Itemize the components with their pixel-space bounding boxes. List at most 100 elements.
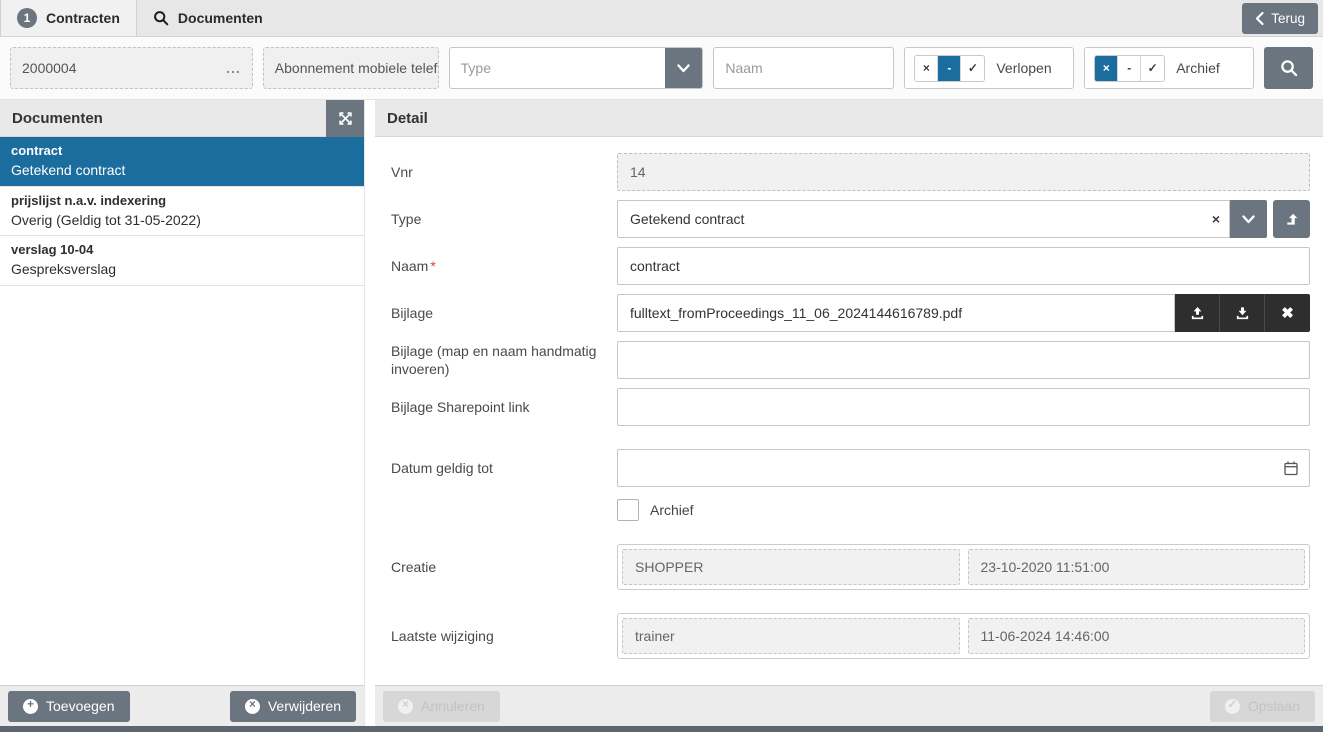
- archief-filter-label: Archief: [1176, 60, 1220, 76]
- bijlage-sharepoint-row: Bijlage Sharepoint link: [391, 388, 1310, 426]
- document-type: Overig (Geldig tot 31-05-2022): [11, 211, 353, 230]
- type-row: Type ×: [391, 200, 1310, 238]
- window-bottom-edge: [0, 726, 1323, 732]
- contract-number-value: 2000004: [22, 60, 77, 76]
- app-window: 1 Contracten Documenten Terug 2000004 ..…: [0, 0, 1323, 732]
- document-name: verslag 10-04: [11, 241, 353, 260]
- chevron-left-icon: [1255, 12, 1264, 25]
- calendar-icon[interactable]: [1283, 460, 1299, 476]
- archief-checkbox[interactable]: [617, 499, 639, 521]
- tab-contracten[interactable]: 1 Contracten: [0, 0, 137, 36]
- list-item[interactable]: prijslijst n.a.v. indexeringOverig (Geld…: [0, 187, 364, 237]
- bijlage-sharepoint-label: Bijlage Sharepoint link: [391, 398, 617, 416]
- contract-count-badge: 1: [17, 8, 37, 28]
- creatie-timestamp-field: 23-10-2020 11:51:00: [968, 549, 1306, 585]
- toggle-cross-segment[interactable]: ×: [1095, 56, 1118, 81]
- detail-panel-header: Detail: [375, 100, 1323, 137]
- type-filter-dropdown-button[interactable]: [665, 48, 702, 88]
- contract-number-field[interactable]: 2000004 ...: [10, 47, 253, 89]
- back-button-label: Terug: [1271, 11, 1305, 26]
- laatste-wijziging-user-field: trainer: [622, 618, 960, 654]
- back-button[interactable]: Terug: [1242, 3, 1318, 34]
- download-attachment-button[interactable]: [1220, 294, 1265, 332]
- naam-row: Naam*: [391, 247, 1310, 285]
- search-icon: [153, 10, 169, 26]
- remove-attachment-button[interactable]: ✖: [1265, 294, 1310, 332]
- search-button[interactable]: [1264, 47, 1313, 89]
- document-list: contractGetekend contractprijslijst n.a.…: [0, 137, 364, 685]
- bijlage-handmatig-label: Bijlage (map en naam handmatig invoeren): [391, 342, 617, 378]
- naam-input[interactable]: [617, 247, 1310, 285]
- tab-documenten[interactable]: Documenten: [137, 0, 279, 36]
- document-type: Getekend contract: [11, 161, 353, 180]
- document-type: Gespreksverslag: [11, 260, 353, 279]
- add-document-button[interactable]: + Toevoegen: [8, 691, 130, 722]
- cancel-button[interactable]: × Annuleren: [383, 691, 500, 722]
- toggle-dash-segment[interactable]: -: [1118, 56, 1141, 81]
- creatie-timestamp-value: 23-10-2020 11:51:00: [981, 559, 1110, 575]
- save-button[interactable]: ✓ Opslaan: [1210, 691, 1315, 722]
- bijlage-row: Bijlage ✖: [391, 294, 1310, 332]
- documents-panel-footer: + Toevoegen × Verwijderen: [0, 685, 364, 726]
- datum-geldig-tot-row: Datum geldig tot: [391, 449, 1310, 487]
- list-item[interactable]: contractGetekend contract: [0, 137, 364, 187]
- delete-x-icon: ✖: [1281, 304, 1294, 322]
- creatie-label: Creatie: [391, 558, 617, 576]
- expand-arrows-icon: [338, 111, 353, 126]
- ellipsis-icon: ...: [220, 60, 241, 76]
- toggle-check-segment[interactable]: ✓: [961, 56, 984, 81]
- detail-panel-title: Detail: [387, 110, 428, 127]
- required-marker: *: [430, 258, 435, 274]
- laatste-wijziging-timestamp-value: 11-06-2024 14:46:00: [981, 628, 1110, 644]
- clear-type-icon[interactable]: ×: [1212, 212, 1220, 226]
- type-input[interactable]: [617, 200, 1230, 238]
- expand-panel-button[interactable]: [326, 100, 364, 137]
- bijlage-handmatig-input[interactable]: [617, 341, 1310, 379]
- toggle-check-segment[interactable]: ✓: [1141, 56, 1164, 81]
- download-icon: [1235, 306, 1250, 321]
- type-filter-placeholder: Type: [450, 48, 666, 88]
- datum-geldig-tot-input[interactable]: [617, 449, 1310, 487]
- documents-panel-header: Documenten: [0, 100, 364, 137]
- vnr-row: Vnr 14: [391, 153, 1310, 191]
- chevron-down-icon: [677, 64, 690, 73]
- naam-filter-input[interactable]: [713, 47, 894, 89]
- archief-filter-group: × - ✓ Archief: [1084, 47, 1254, 89]
- top-tab-bar: 1 Contracten Documenten Terug: [0, 0, 1323, 37]
- level-up-arrow-icon: [1284, 212, 1299, 227]
- cross-circle-icon: ×: [398, 699, 413, 714]
- creatie-row: Creatie SHOPPER 23-10-2020 11:51:00: [391, 544, 1310, 590]
- list-item[interactable]: verslag 10-04Gespreksverslag: [0, 236, 364, 286]
- document-name: prijslijst n.a.v. indexering: [11, 192, 353, 211]
- main-area: Documenten contractGetekend contractprij…: [0, 100, 1323, 726]
- detail-panel: Detail Vnr 14 Type ×: [375, 100, 1323, 726]
- laatste-wijziging-label: Laatste wijziging: [391, 627, 617, 645]
- type-filter-select[interactable]: Type: [449, 47, 704, 89]
- open-type-button[interactable]: [1273, 200, 1310, 238]
- vnr-label: Vnr: [391, 163, 617, 181]
- bijlage-filename-input[interactable]: [617, 294, 1175, 332]
- laatste-wijziging-row: Laatste wijziging trainer 11-06-2024 14:…: [391, 613, 1310, 659]
- bijlage-handmatig-row: Bijlage (map en naam handmatig invoeren): [391, 341, 1310, 379]
- tristate-toggle[interactable]: × - ✓: [1094, 55, 1165, 82]
- search-icon: [1280, 59, 1298, 77]
- delete-document-label: Verwijderen: [268, 698, 341, 714]
- bijlage-sharepoint-input[interactable]: [617, 388, 1310, 426]
- type-dropdown-button[interactable]: [1230, 200, 1267, 238]
- verlopen-filter-label: Verlopen: [996, 60, 1051, 76]
- laatste-wijziging-timestamp-field: 11-06-2024 14:46:00: [968, 618, 1306, 654]
- upload-attachment-button[interactable]: [1175, 294, 1220, 332]
- delete-document-button[interactable]: × Verwijderen: [230, 691, 356, 722]
- plus-circle-icon: +: [23, 699, 38, 714]
- filter-bar: 2000004 ... Abonnement mobiele telefo Ty…: [0, 37, 1323, 100]
- laatste-wijziging-user-value: trainer: [635, 628, 675, 644]
- documents-panel: Documenten contractGetekend contractprij…: [0, 100, 365, 726]
- document-name: contract: [11, 142, 353, 161]
- vnr-value: 14: [630, 164, 646, 180]
- contract-name-field: Abonnement mobiele telefo: [263, 47, 439, 89]
- toggle-cross-segment[interactable]: ×: [915, 56, 938, 81]
- cancel-button-label: Annuleren: [421, 698, 485, 714]
- toggle-dash-segment[interactable]: -: [938, 56, 961, 81]
- tristate-toggle[interactable]: × - ✓: [914, 55, 985, 82]
- tab-contracten-label: Contracten: [46, 10, 120, 26]
